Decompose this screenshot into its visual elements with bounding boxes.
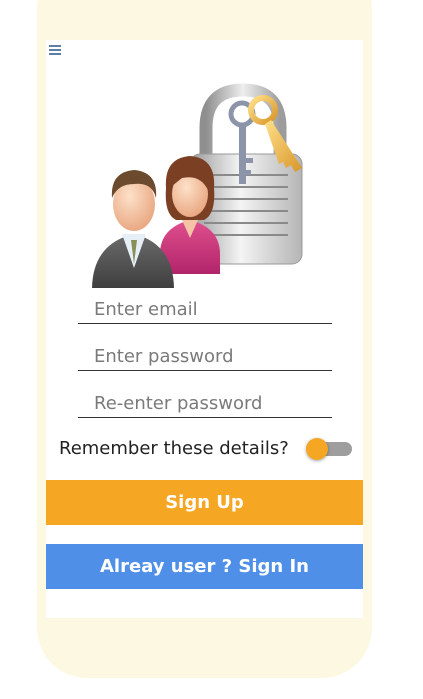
remember-details-toggle[interactable] xyxy=(306,438,352,460)
users-padlock-illustration xyxy=(92,83,303,288)
sign-up-button[interactable]: Sign Up xyxy=(46,480,363,525)
remember-details-label: Remember these details? xyxy=(59,438,289,459)
app-screen: Remember these details? Sign Up Alreay u… xyxy=(46,40,363,618)
toggle-knob xyxy=(306,438,328,460)
password-field[interactable] xyxy=(78,343,332,371)
email-field[interactable] xyxy=(78,296,332,324)
hamburger-menu-icon[interactable] xyxy=(48,44,62,56)
sign-in-button[interactable]: Alreay user ? Sign In xyxy=(46,544,363,589)
confirm-password-field[interactable] xyxy=(78,390,332,418)
